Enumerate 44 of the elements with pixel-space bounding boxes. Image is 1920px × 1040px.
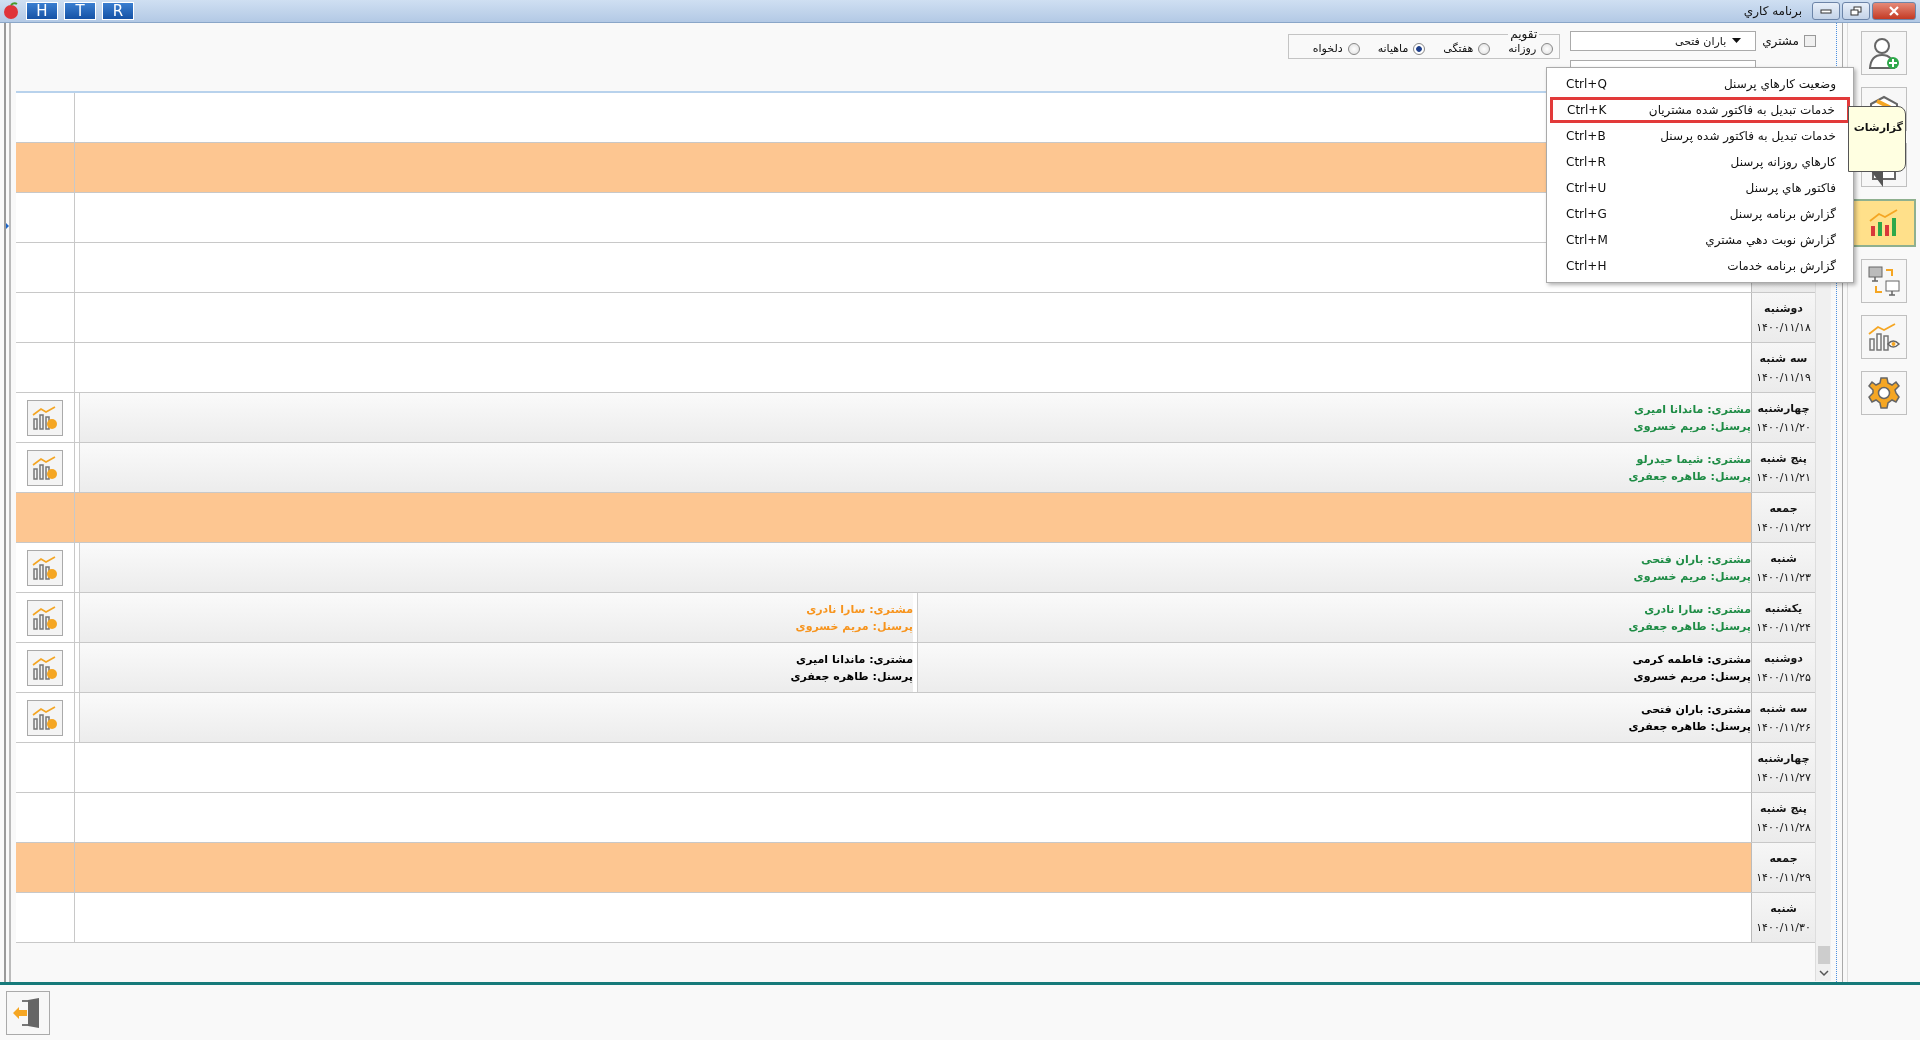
tooltip-text: گزارشات <box>1853 121 1903 134</box>
date-text: ۱۴۰۰/۱۱/۲۳ <box>1756 570 1811 584</box>
staff-text: پرسنل: طاهره جعفری <box>1628 469 1751 483</box>
customer-text: مشتری: باران فتحی <box>1641 702 1751 716</box>
day-name: يکشنبه <box>1764 601 1803 615</box>
date-text: ۱۴۰۰/۱۱/۲۱ <box>1756 470 1811 484</box>
day-name: دوشنبه <box>1764 301 1803 315</box>
date-text: ۱۴۰۰/۱۱/۲۹ <box>1756 870 1811 884</box>
staff-text: پرسنل: مریم خسروی <box>1633 669 1751 683</box>
customer-text: مشتری: ماندانا امیری <box>796 652 913 666</box>
staff-text: پرسنل: مریم خسروی <box>1633 569 1751 583</box>
day-name: دوشنبه <box>1764 651 1803 665</box>
date-text: ۱۴۰۰/۱۱/۲۲ <box>1756 520 1811 534</box>
day-name: پنج شنبه <box>1760 451 1807 465</box>
staff-text: پرسنل: مریم خسروی <box>1633 419 1751 433</box>
date-text: ۱۴۰۰/۱۱/۲۷ <box>1756 770 1811 784</box>
customer-text: مشتری: سارا نادری <box>806 602 913 616</box>
date-text: ۱۴۰۰/۱۱/۱۹ <box>1756 370 1811 384</box>
day-name: شنبه <box>1770 551 1797 565</box>
staff-text: پرسنل: مریم خسروی <box>795 619 913 633</box>
staff-text: پرسنل: طاهره جعفری <box>790 669 913 683</box>
date-text: ۱۴۰۰/۱۱/۲۵ <box>1756 670 1811 684</box>
customer-text: مشتری: فاطمه کرمی <box>1632 652 1751 666</box>
staff-text: پرسنل: طاهره جعفری <box>1628 719 1751 733</box>
window-title: برنامه كاري <box>1743 4 1802 18</box>
customer-text: مشتری: سارا نادری <box>1644 602 1751 616</box>
day-name: چهارشنبه <box>1757 751 1810 765</box>
day-name: پنج شنبه <box>1760 801 1807 815</box>
customer-text: مشتری: شیما حیدرلو <box>1636 452 1751 466</box>
day-name: شنبه <box>1770 901 1797 915</box>
staff-text: پرسنل: طاهره جعفری <box>1628 619 1751 633</box>
day-name: جمعه <box>1769 501 1798 515</box>
date-text: ۱۴۰۰/۱۱/۲۸ <box>1756 820 1811 834</box>
day-name: چهارشنبه <box>1757 401 1810 415</box>
customer-text: مشتری: ماندانا امیری <box>1634 402 1751 416</box>
date-text: ۱۴۰۰/۱۱/۲۰ <box>1756 420 1811 434</box>
date-text: ۱۴۰۰/۱۱/۳۰ <box>1756 920 1811 934</box>
day-name: سه شنبه <box>1759 701 1808 715</box>
day-name: سه شنبه <box>1759 351 1808 365</box>
customer-text: مشتری: باران فتحی <box>1641 552 1751 566</box>
date-text: ۱۴۰۰/۱۱/۲۴ <box>1756 620 1811 634</box>
date-text: ۱۴۰۰/۱۱/۱۸ <box>1756 320 1811 334</box>
day-name: جمعه <box>1769 851 1798 865</box>
date-text: ۱۴۰۰/۱۱/۲۶ <box>1756 720 1811 734</box>
